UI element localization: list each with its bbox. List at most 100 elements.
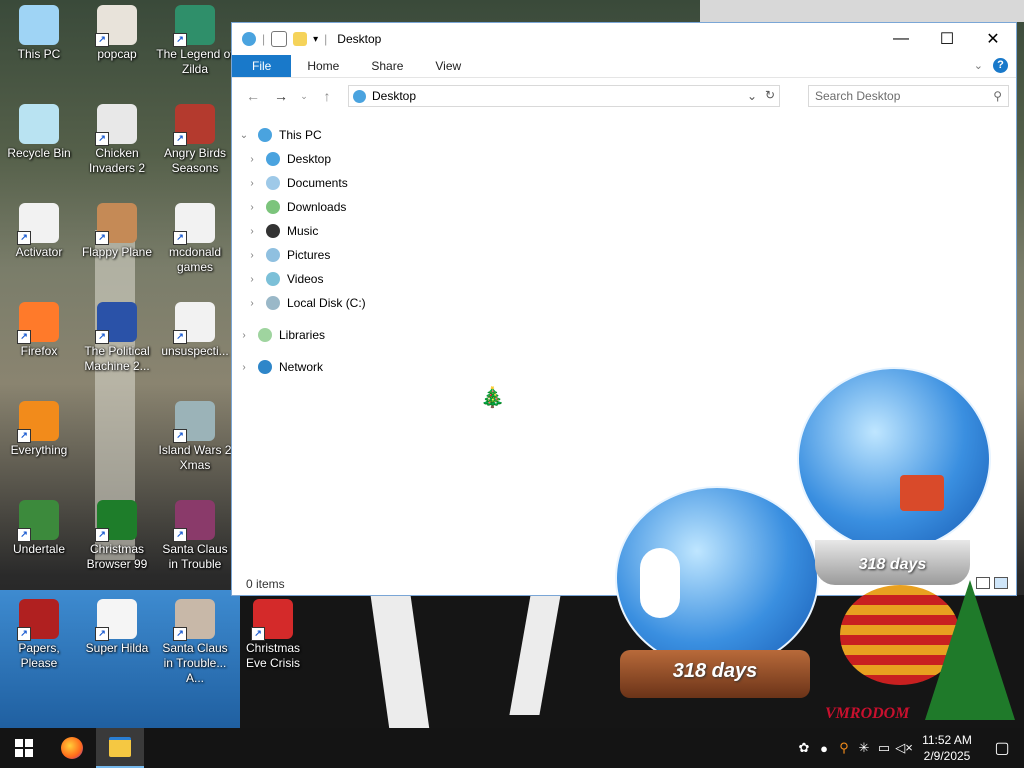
people-icon[interactable]: ✿: [794, 740, 814, 756]
back-arrow-icon[interactable]: ←: [242, 88, 264, 104]
desktop-icon[interactable]: ↗ Island Wars 2 Xmas: [156, 401, 234, 473]
new-folder-icon[interactable]: [293, 32, 308, 46]
clock[interactable]: 11:52 AM 2/9/2025: [914, 732, 980, 764]
tree-item[interactable]: › Local Disk (C:): [232, 291, 532, 315]
folder-icon: [266, 176, 280, 190]
refresh-icon[interactable]: ↻: [765, 88, 775, 102]
collapsed-chevron-icon[interactable]: ›: [246, 178, 258, 189]
tree-label: Documents: [287, 176, 348, 190]
snowflake-icon[interactable]: ✳: [854, 740, 874, 756]
address-dropdown-icon[interactable]: ⌄: [747, 89, 757, 103]
folder-icon: [266, 200, 280, 214]
taskbar-firefox[interactable]: [48, 728, 96, 768]
this-pc-icon[interactable]: [242, 32, 256, 46]
desktop-icon[interactable]: ↗ Christmas Browser 99: [78, 500, 156, 572]
tree-item-this-pc[interactable]: ⌄ This PC: [232, 123, 532, 147]
navigation-pane: ⌄ This PC › Desktop › Documents › Downloads › M…: [232, 123, 532, 379]
volume-muted-icon[interactable]: ◁×: [894, 740, 914, 756]
desktop-icon[interactable]: This PC: [0, 5, 78, 62]
search-box[interactable]: Search Desktop ⚲: [808, 85, 1009, 107]
tab-file[interactable]: File: [232, 55, 292, 77]
collapsed-chevron-icon[interactable]: ›: [246, 298, 258, 309]
desktop-icon[interactable]: ↗ Papers, Please: [0, 599, 78, 671]
days-counter-right: 318 days: [858, 556, 927, 573]
quick-access-toolbar: | ▾ |: [232, 31, 327, 47]
shortcut-arrow-icon: ↗: [17, 429, 31, 443]
tree-item-libraries[interactable]: › Libraries: [232, 323, 532, 347]
desktop-icon[interactable]: ↗ Super Hilda: [78, 599, 156, 656]
shortcut-arrow-icon: ↗: [173, 330, 187, 344]
desktop-icon[interactable]: ↗ The Legend of Zilda: [156, 5, 234, 77]
desktop-icon[interactable]: ↗ Flappy Plane: [78, 203, 156, 260]
help-icon[interactable]: ?: [993, 58, 1008, 73]
start-button[interactable]: [0, 728, 48, 768]
shortcut-arrow-icon: ↗: [173, 528, 187, 542]
desktop-icon[interactable]: ↗ Firefox: [0, 302, 78, 359]
collapsed-chevron-icon[interactable]: ›: [246, 202, 258, 213]
maximize-button[interactable]: ☐: [924, 23, 970, 55]
desktop-icon[interactable]: ↗ Undertale: [0, 500, 78, 557]
expand-ribbon-icon[interactable]: ⌄: [974, 59, 983, 72]
collapsed-chevron-icon[interactable]: ›: [246, 274, 258, 285]
desktop-icon[interactable]: ↗ The Political Machine 2...: [78, 302, 156, 374]
desktop-icon[interactable]: ↗ Chicken Invaders 2: [78, 104, 156, 176]
collapsed-chevron-icon[interactable]: ›: [246, 226, 258, 237]
collapsed-chevron-icon[interactable]: ›: [238, 362, 250, 373]
tree-label: Videos: [287, 272, 324, 286]
clock-time: 11:52 AM: [922, 733, 972, 747]
properties-icon[interactable]: [271, 31, 288, 47]
shortcut-arrow-icon: ↗: [251, 627, 265, 641]
folder-icon: [109, 737, 131, 757]
tab-share[interactable]: Share: [355, 55, 419, 77]
taskbar-file-explorer[interactable]: [96, 728, 144, 768]
minimize-button[interactable]: —: [878, 23, 924, 55]
app-icon: ↗: [17, 500, 59, 542]
desktop-icon[interactable]: ↗ Santa Claus in Trouble: [156, 500, 234, 572]
collapsed-chevron-icon[interactable]: ›: [246, 250, 258, 261]
desktop-icon[interactable]: ↗ mcdonald games: [156, 203, 234, 275]
collapsed-chevron-icon[interactable]: ›: [238, 330, 250, 341]
notifications-icon[interactable]: ▢: [980, 738, 1024, 758]
expanded-chevron-icon[interactable]: ⌄: [238, 130, 250, 141]
app-icon: ↗: [173, 203, 215, 245]
desktop-icon-label: This PC: [17, 47, 61, 61]
collapsed-chevron-icon[interactable]: ›: [246, 154, 258, 165]
desktop-icon[interactable]: ↗ unsuspecti...: [156, 302, 234, 359]
close-button[interactable]: ✕: [970, 23, 1016, 55]
address-bar[interactable]: Desktop ⌄ ↻: [348, 85, 780, 107]
tree-item[interactable]: › Downloads: [232, 195, 532, 219]
desktop-icon[interactable]: Recycle Bin: [0, 104, 78, 161]
tree-item[interactable]: › Pictures: [232, 243, 532, 267]
recent-locations-icon[interactable]: ⌄: [298, 91, 310, 102]
desktop-icon[interactable]: ↗ Angry Birds Seasons: [156, 104, 234, 176]
app-icon: ↗: [95, 599, 137, 641]
desktop-icon[interactable]: ↗ Activator: [0, 203, 78, 260]
desktop-icon-label: mcdonald games: [168, 245, 222, 274]
customize-dropdown-icon[interactable]: ▾: [313, 34, 318, 45]
folder-icon: [266, 296, 280, 310]
app-icon: ↗: [17, 599, 59, 641]
network-status-icon[interactable]: ▭: [874, 740, 894, 756]
desktop-icon[interactable]: ↗ Christmas Eve Crisis: [234, 599, 312, 671]
tree-label: Network: [279, 360, 324, 374]
desktop-icon[interactable]: ↗ Everything: [0, 401, 78, 458]
desktop-icon[interactable]: ↗ popcap: [78, 5, 156, 62]
tree-item[interactable]: › Videos: [232, 267, 532, 291]
wallpaper-roof: [700, 0, 1024, 22]
everything-search-icon[interactable]: ⚲: [834, 740, 854, 756]
snowman-icon: [640, 548, 680, 618]
tree-item[interactable]: › Music: [232, 219, 532, 243]
forward-arrow-icon[interactable]: →: [270, 88, 292, 104]
tab-view[interactable]: View: [419, 55, 477, 77]
tree-item[interactable]: › Desktop: [232, 147, 532, 171]
clock-date: 2/9/2025: [923, 749, 971, 763]
tab-home[interactable]: Home: [291, 55, 355, 77]
drop-icon[interactable]: ●: [814, 741, 834, 756]
up-arrow-icon[interactable]: ↑: [316, 88, 338, 104]
desktop-icon[interactable]: ↗ Santa Claus in Trouble... A...: [156, 599, 234, 686]
app-icon: ↗: [95, 302, 137, 344]
tree-item[interactable]: › Documents: [232, 171, 532, 195]
title-bar[interactable]: | ▾ | Desktop — ☐ ✕: [232, 23, 1016, 55]
tree-item-network[interactable]: › Network: [232, 355, 532, 379]
desktop-icon-label: Activator: [15, 245, 63, 259]
